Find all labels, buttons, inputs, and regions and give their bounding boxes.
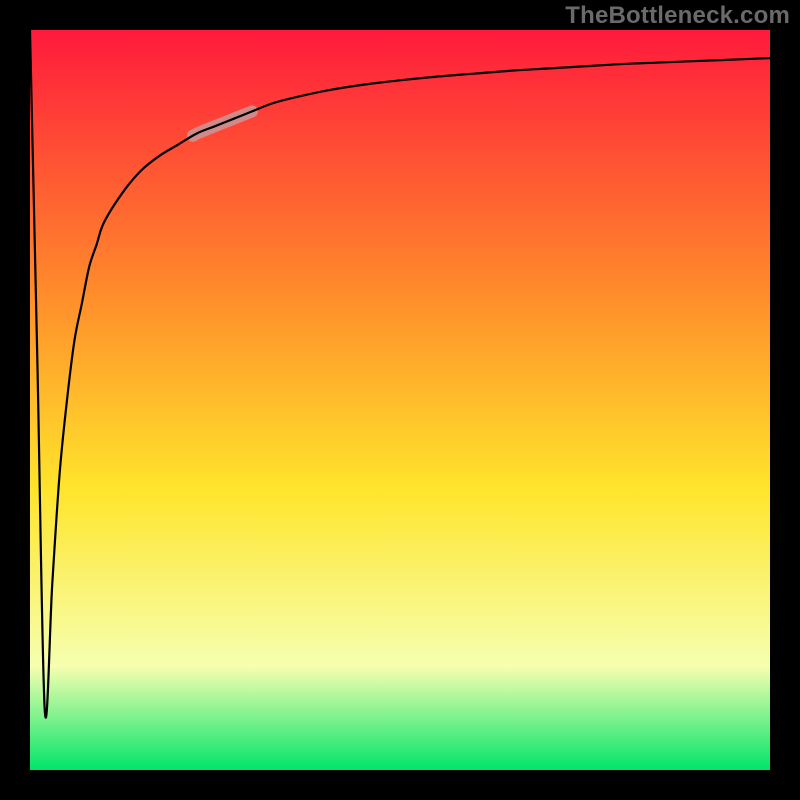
frame-left	[0, 0, 30, 800]
chart-stage: { "watermark": "TheBottleneck.com", "cha…	[0, 0, 800, 800]
frame-right	[770, 0, 800, 800]
frame-bottom	[0, 770, 800, 800]
watermark: TheBottleneck.com	[565, 2, 790, 30]
chart-svg	[0, 0, 800, 800]
plot-area	[30, 30, 770, 770]
